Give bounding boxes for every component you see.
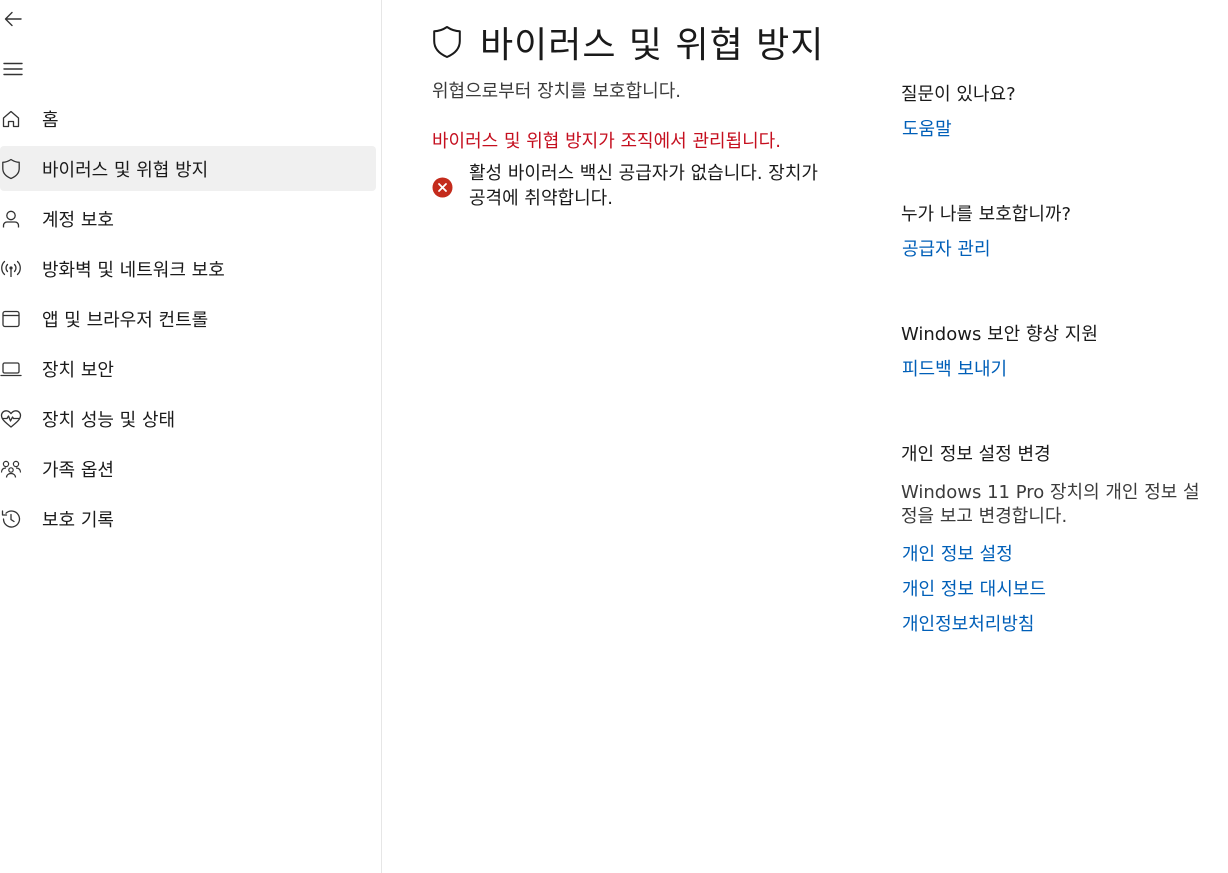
privacy-heading: 개인 정보 설정 변경 (901, 444, 1051, 465)
sidebar-nav: 홈 바이러스 및 위협 방지 계정 보호 방화벽 및 네트워크 보호 앱 및 브… (0, 96, 382, 546)
sidebar-item-label: 앱 및 브라우저 컨트롤 (42, 309, 209, 331)
sidebar-item-firewall[interactable]: 방화벽 및 네트워크 보호 (0, 246, 376, 291)
sidebar-item-app-browser-control[interactable]: 앱 및 브라우저 컨트롤 (0, 296, 376, 341)
sidebar-item-label: 홈 (42, 109, 59, 131)
back-arrow-icon (4, 11, 22, 27)
privacy-description: Windows 11 Pro 장치의 개인 정보 설정을 보고 변경합니다. (901, 482, 1200, 527)
privacy-statement-link[interactable]: 개인정보처리방침 (902, 610, 1034, 636)
page-subtitle: 위협으로부터 장치를 보호합니다. (432, 81, 682, 102)
privacy-dashboard-link[interactable]: 개인 정보 대시보드 (902, 575, 1046, 601)
error-circle-icon (432, 177, 453, 198)
menu-button[interactable] (0, 56, 26, 82)
history-icon (0, 508, 22, 530)
improve-heading: Windows 보안 향상 지원 (901, 324, 1098, 345)
hamburger-menu-icon (3, 61, 23, 77)
send-feedback-link[interactable]: 피드백 보내기 (902, 355, 1007, 381)
sidebar: 홈 바이러스 및 위협 방지 계정 보호 방화벽 및 네트워크 보호 앱 및 브… (0, 0, 382, 873)
back-button[interactable] (0, 6, 26, 32)
page-title: 바이러스 및 위협 방지 (480, 25, 825, 66)
sidebar-item-label: 가족 옵션 (42, 459, 114, 481)
sidebar-item-family-options[interactable]: 가족 옵션 (0, 446, 376, 491)
sidebar-item-protection-history[interactable]: 보호 기록 (0, 496, 376, 541)
sidebar-item-label: 방화벽 및 네트워크 보호 (42, 259, 225, 281)
managed-by-org-notice: 바이러스 및 위협 방지가 조직에서 관리됩니다. (432, 131, 781, 152)
heart-pulse-icon (0, 408, 22, 430)
sidebar-item-label: 계정 보호 (42, 209, 114, 231)
sidebar-item-virus-protection[interactable]: 바이러스 및 위협 방지 (0, 146, 376, 191)
sidebar-item-label: 장치 성능 및 상태 (42, 409, 176, 431)
page-header: 바이러스 및 위협 방지 (432, 16, 824, 68)
sidebar-item-device-security[interactable]: 장치 보안 (0, 346, 376, 391)
sidebar-item-home[interactable]: 홈 (0, 96, 376, 141)
sidebar-item-device-performance[interactable]: 장치 성능 및 상태 (0, 396, 376, 441)
family-icon (0, 458, 22, 480)
sidebar-item-label: 장치 보안 (42, 359, 114, 381)
home-icon (0, 108, 22, 130)
sidebar-item-label: 보호 기록 (42, 509, 114, 531)
manage-providers-link[interactable]: 공급자 관리 (902, 235, 991, 261)
protector-heading: 누가 나를 보호합니까? (901, 204, 1072, 225)
person-icon (0, 208, 22, 230)
privacy-settings-link[interactable]: 개인 정보 설정 (902, 540, 1013, 566)
help-link[interactable]: 도움말 (902, 115, 952, 141)
wireless-antenna-icon (0, 258, 22, 280)
warning-text: 활성 바이러스 백신 공급자가 없습니다. 장치가 공격에 취약합니다. (469, 163, 818, 209)
laptop-icon (0, 358, 22, 380)
question-heading: 질문이 있나요? (901, 84, 1016, 105)
app-window-icon (0, 308, 22, 330)
sidebar-item-account-protection[interactable]: 계정 보호 (0, 196, 376, 241)
shield-icon (0, 158, 22, 180)
shield-icon (432, 24, 464, 60)
sidebar-item-label: 바이러스 및 위협 방지 (42, 159, 209, 181)
